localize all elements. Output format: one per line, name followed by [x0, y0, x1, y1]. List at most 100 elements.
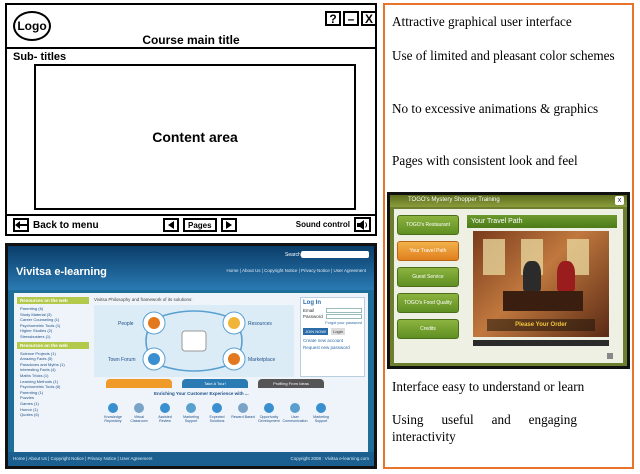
feature-label: User Communication	[282, 415, 308, 423]
training-screenshot: TOGO's Mystery Shopper Training x TOGO's…	[387, 192, 630, 369]
feature-label: Assisted Review	[158, 415, 172, 423]
footer-copyright: Copyright 2008 : Vivitsa e-learning.com	[290, 456, 369, 461]
course-wireframe: Logo ? – X Course main title Sub- titles…	[5, 3, 377, 236]
login-button[interactable]: Login	[331, 328, 345, 335]
request-password-link[interactable]: Request new password	[303, 345, 362, 350]
feature-icon	[290, 403, 300, 413]
sidebar: Resources on the web Parenting (6) Study…	[17, 297, 89, 420]
password-label: Password	[303, 314, 323, 319]
feature-item[interactable]: Virtual Classroom	[126, 397, 152, 423]
site-footer: Home | About Us | Copyright Notice | Pri…	[8, 452, 374, 466]
feature-label: Reward Based	[231, 415, 255, 419]
sidebar-heading: Resources on the web	[17, 341, 89, 349]
resize-grip-icon[interactable]	[607, 353, 613, 359]
feature-item[interactable]: User Communication	[282, 397, 308, 423]
diagram-label-people: People	[118, 321, 134, 327]
promo-tab-profiling[interactable]: Profiling From Ideas	[258, 379, 324, 388]
triangle-right-icon	[225, 221, 232, 229]
subtitles-label: Sub- titles	[13, 51, 67, 63]
close-icon[interactable]: x	[615, 196, 624, 205]
vivitsa-screenshot: Search Vivitsa e-learning Home | About U…	[5, 243, 377, 469]
training-nav-item[interactable]: Guest Service	[397, 267, 459, 287]
training-nav-item[interactable]: Credits	[397, 319, 459, 339]
diagram-label-marketplace: Marketplace	[248, 357, 275, 363]
enrich-heading: Enriching Your Customer Experience with …	[154, 391, 249, 396]
video-player[interactable]: Please Your Order	[473, 231, 609, 337]
search-input[interactable]	[301, 251, 369, 258]
feature-icon	[238, 403, 248, 413]
speaker-icon[interactable]	[354, 217, 371, 232]
footer-nav[interactable]: Home | About Us | Copyright Notice | Pri…	[13, 456, 152, 461]
course-main-title: Course main title	[142, 33, 240, 47]
triangle-left-icon	[168, 221, 174, 229]
top-nav[interactable]: Home | About Us | Copyright Notice | Pri…	[227, 268, 366, 273]
feature-icon	[264, 403, 274, 413]
video-controls[interactable]	[473, 340, 609, 346]
feature-item[interactable]: Assisted Review	[152, 397, 178, 423]
philosophy-panel: Vivitsa Philosophy and framework of its …	[94, 297, 294, 377]
minimize-button[interactable]: –	[343, 11, 359, 26]
site-page: Resources on the web Parenting (6) Study…	[14, 293, 368, 453]
login-box: Log In Email Password Forgot your passwo…	[300, 297, 365, 377]
feature-label: Virtual Classroom	[130, 415, 148, 423]
diagram-label-town-forum: Town Forum	[108, 357, 136, 363]
login-heading: Log In	[303, 300, 321, 306]
training-nav-item[interactable]: TOGO's Restaurant	[397, 215, 459, 235]
feature-icon	[316, 403, 326, 413]
back-to-menu-label: Back to menu	[33, 219, 99, 231]
principle-text: Interface easy to understand or learn	[392, 379, 585, 394]
help-button[interactable]: ?	[325, 11, 341, 26]
next-page-button[interactable]	[220, 218, 237, 232]
training-nav-item[interactable]: TOGO's Food Quality	[397, 293, 459, 313]
content-area: Content area	[34, 64, 356, 210]
training-title: TOGO's Mystery Shopper Training	[408, 197, 500, 203]
join-now-button[interactable]: JOIN NOW!	[303, 328, 329, 335]
principle-text: Using useful and engaging interactivity	[392, 412, 577, 444]
close-button[interactable]: X	[361, 11, 377, 26]
sidebar-link[interactable]: Stressbusters (1)	[20, 334, 86, 340]
feature-icon	[212, 403, 222, 413]
feature-item[interactable]: Marketing Support	[308, 397, 334, 423]
prev-page-button[interactable]	[163, 218, 179, 232]
training-nav: TOGO's Restaurant Your Travel Path Guest…	[397, 215, 459, 345]
feature-item[interactable]: Reward Based	[230, 397, 256, 419]
video-caption: Please Your Order	[487, 319, 595, 331]
feature-icons: Knowledge Repository Virtual Classroom A…	[100, 397, 332, 437]
feature-item[interactable]: Marketing Support	[178, 397, 204, 423]
promo-tab[interactable]	[106, 379, 172, 388]
feature-item[interactable]: Opportunity Development	[256, 397, 282, 423]
pager: Pages	[163, 218, 237, 232]
training-nav-item-active[interactable]: Your Travel Path	[397, 241, 459, 261]
video-scene	[557, 261, 575, 291]
feature-icon	[134, 403, 144, 413]
search-label: Search	[285, 252, 301, 258]
create-account-link[interactable]: Create new account	[303, 338, 362, 343]
video-scene	[523, 261, 541, 291]
sidebar-link[interactable]: Quotes (6)	[20, 412, 86, 418]
feature-label: Marketing Support	[183, 415, 199, 423]
panel-title: Your Travel Path	[467, 215, 617, 228]
principle-text: Attractive graphical user interface	[392, 14, 572, 29]
promo-tabs: Take A Tour! Profiling From Ideas	[106, 379, 326, 389]
promo-tab-tour[interactable]: Take A Tour!	[182, 379, 248, 388]
header-divider	[7, 47, 375, 49]
feature-label: Opportunity Development	[258, 415, 280, 423]
sidebar-heading: Resources on the web	[17, 297, 89, 304]
sound-control[interactable]: Sound control	[296, 217, 371, 232]
password-field[interactable]	[326, 314, 362, 319]
feature-item[interactable]: Expected Solutions	[204, 397, 230, 423]
sidebar-list: Parenting (6) Study Material (3) Career …	[17, 304, 89, 342]
back-to-menu-button[interactable]: Back to menu	[13, 218, 99, 232]
sound-control-label: Sound control	[295, 220, 350, 229]
forgot-password-link[interactable]: Forgot your password	[303, 321, 362, 325]
video-scene	[503, 291, 583, 311]
email-label: Email	[303, 308, 315, 313]
philosophy-title: Vivitsa Philosophy and framework of its …	[94, 297, 193, 302]
feature-label: Knowledge Repository	[104, 415, 122, 423]
video-scene	[483, 239, 505, 275]
arrow-left-icon	[13, 218, 29, 232]
principle-text: Use of limited and pleasant color scheme…	[392, 48, 615, 63]
feature-item[interactable]: Knowledge Repository	[100, 397, 126, 423]
email-field[interactable]	[326, 308, 362, 313]
feature-icon	[186, 403, 196, 413]
